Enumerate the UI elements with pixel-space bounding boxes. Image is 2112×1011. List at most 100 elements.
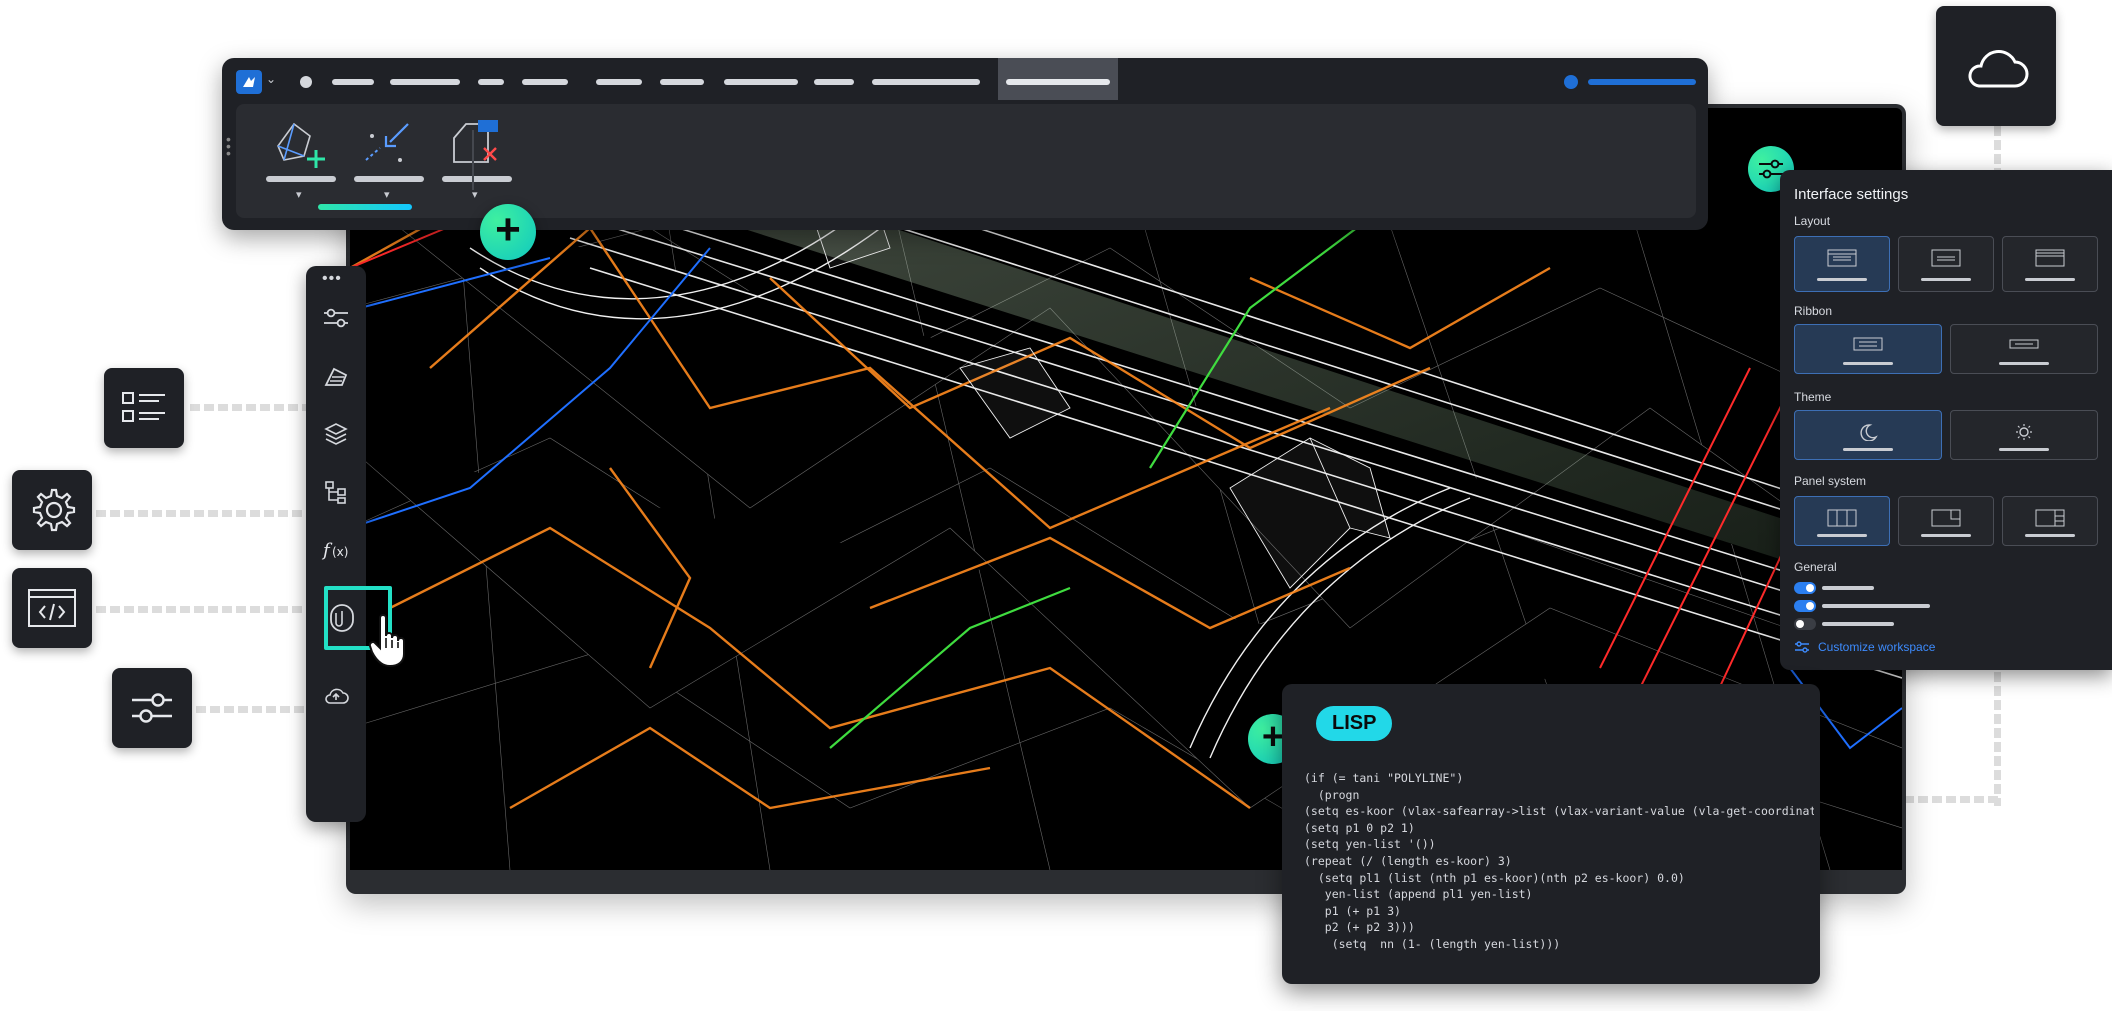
layers-icon: [324, 423, 348, 445]
code-line: yen-list (append pl1 yen-list): [1304, 887, 1533, 902]
menu-item-active[interactable]: [998, 58, 1118, 100]
general-toggle-3[interactable]: [1794, 618, 1816, 630]
ribbon-tool-snap[interactable]: ▾: [348, 112, 428, 208]
menu-item[interactable]: [332, 79, 374, 85]
menu-item[interactable]: [522, 79, 568, 85]
active-tool-indicator: [318, 204, 412, 210]
sliders-icon: [324, 308, 348, 328]
layout-option-1[interactable]: [1794, 236, 1890, 292]
section-label-layout: Layout: [1794, 214, 1831, 228]
interface-settings-panel: Interface settings Layout Ribbon Theme P…: [1780, 170, 2112, 670]
ribbon-divider: [472, 130, 474, 190]
sliders-tile[interactable]: [112, 668, 192, 748]
lisp-code-panel: LISP (if (= tani "POLYLINE") (progn (set…: [1282, 684, 1820, 984]
connector: [190, 404, 310, 411]
palette-item-cloud-upload[interactable]: [318, 678, 354, 714]
attachment-icon: [330, 604, 354, 632]
ribbon-tool-add-point[interactable]: ▾: [260, 112, 340, 208]
menu-item[interactable]: [596, 79, 642, 85]
moon-icon: [1860, 424, 1878, 441]
code-line: (setq yen-list '()): [1304, 837, 1436, 852]
lisp-code[interactable]: (if (= tani "POLYLINE") (progn (setq es-…: [1304, 770, 1814, 953]
ribbon-style-icon: [1853, 337, 1883, 351]
menu-dot[interactable]: [300, 76, 312, 88]
palette-item-sliders[interactable]: [318, 300, 354, 336]
cloud-icon: [1968, 50, 2029, 88]
code-tile[interactable]: [12, 568, 92, 648]
menu-item[interactable]: [814, 79, 854, 85]
panel-option-2[interactable]: [1898, 496, 1994, 546]
ribbon-option-1[interactable]: [1794, 324, 1942, 374]
gear-icon: [32, 488, 76, 532]
layout-option-2[interactable]: [1898, 236, 1994, 292]
toggle-label: [1822, 604, 1930, 608]
menu-item[interactable]: [390, 79, 460, 85]
code-line: (repeat (/ (length es-koor) 3): [1304, 853, 1512, 868]
connector: [96, 606, 310, 613]
code-line: (setq pl1 (list (nth p1 es-koor)(nth p2 …: [1304, 870, 1685, 885]
svg-text:(x): (x): [332, 545, 348, 559]
general-toggle-1[interactable]: [1794, 582, 1816, 594]
cloud-upload-icon: [325, 688, 349, 704]
theme-option-light[interactable]: [1950, 410, 2098, 460]
caret-down-icon[interactable]: ▾: [296, 188, 302, 201]
panel-layout-icon: [2035, 509, 2065, 527]
formula-icon: f (x): [321, 540, 348, 561]
tool-palette: ••• f (x): [306, 266, 392, 822]
menu-item[interactable]: [724, 79, 798, 85]
add-badge-icon[interactable]: +: [480, 204, 536, 260]
toggle-label: [1822, 622, 1894, 626]
ribbon-tool-remove[interactable]: ▾: [436, 112, 516, 208]
toggle-label: [1822, 586, 1874, 590]
palette-item-structure[interactable]: [318, 474, 354, 510]
palette-grip[interactable]: •••: [322, 270, 342, 288]
code-window-icon: [28, 589, 76, 627]
customize-workspace-link[interactable]: Customize workspace: [1794, 640, 1935, 654]
panel-title: Interface settings: [1794, 186, 1909, 203]
snap-arrow-icon: [365, 123, 409, 162]
palette-item-layers[interactable]: [318, 416, 354, 452]
shape-remove-icon: [453, 120, 498, 163]
application-window: ⌄ • • • ▾ ▾ ▾: [222, 58, 1708, 230]
sliders-icon: [1795, 641, 1809, 653]
layout-option-3[interactable]: [2002, 236, 2098, 292]
app-logo-icon[interactable]: [236, 70, 262, 94]
section-label-ribbon: Ribbon: [1794, 304, 1833, 318]
hand-cursor-icon: [368, 614, 405, 668]
settings-tile[interactable]: [12, 470, 92, 550]
palette-item-properties[interactable]: [318, 358, 354, 394]
account-avatar[interactable]: [1564, 75, 1578, 89]
caret-down-icon[interactable]: ▾: [384, 188, 390, 201]
ribbon-style-icon: [2009, 339, 2039, 349]
code-line: (setq p1 0 p2 1): [1304, 820, 1415, 835]
menu-item[interactable]: [660, 79, 704, 85]
layout-grid-icon: [2035, 249, 2065, 267]
palette-item-formula[interactable]: f (x): [318, 532, 354, 568]
cloud-tile[interactable]: [1936, 6, 2056, 126]
mesh-add-icon: [277, 122, 325, 168]
menu-bar: ⌄: [222, 58, 1708, 100]
account-name[interactable]: [1588, 79, 1696, 85]
section-label-general: General: [1794, 560, 1837, 574]
panel-option-3[interactable]: [2002, 496, 2098, 546]
panel-layout-icon: [1827, 509, 1857, 527]
section-label-panel-system: Panel system: [1794, 474, 1867, 488]
menu-item[interactable]: [872, 79, 980, 85]
properties-icon: [324, 367, 348, 386]
theme-option-dark[interactable]: [1794, 410, 1942, 460]
chevron-down-icon[interactable]: ⌄: [266, 72, 276, 86]
ribbon: • • • ▾ ▾ ▾: [226, 104, 1696, 218]
grip-handle[interactable]: • • •: [226, 132, 231, 160]
list-tile[interactable]: [104, 368, 184, 448]
list-view-icon: [122, 392, 165, 422]
layout-grid-icon: [1931, 249, 1961, 267]
menu-item[interactable]: [478, 79, 504, 85]
code-line: (if (= tani "POLYLINE"): [1304, 771, 1464, 785]
palette-item-attachment[interactable]: [324, 600, 360, 636]
ribbon-option-2[interactable]: [1950, 324, 2098, 374]
customize-label: Customize workspace: [1818, 640, 1936, 654]
general-toggle-2[interactable]: [1794, 600, 1816, 612]
code-line: (setq nn (1- (length yen-list))): [1304, 936, 1561, 951]
panel-option-1[interactable]: [1794, 496, 1890, 546]
code-line: p1 (+ p1 3): [1304, 903, 1401, 918]
